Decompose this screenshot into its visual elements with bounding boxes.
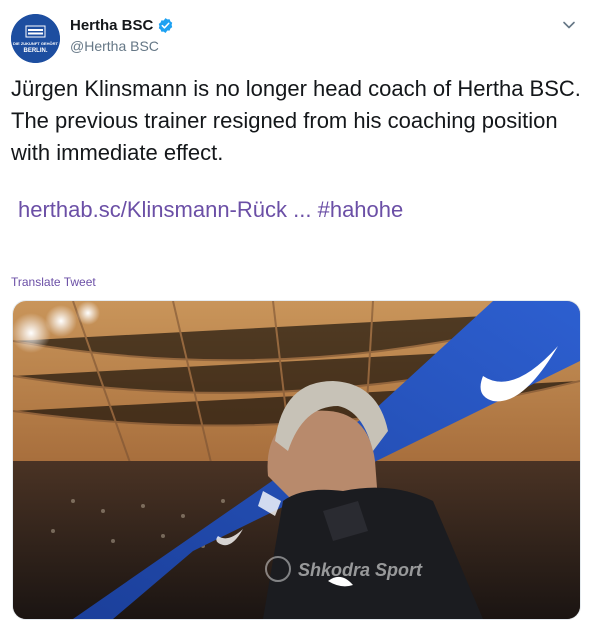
- tweet-photo[interactable]: Shkodra Sport: [12, 300, 581, 620]
- avatar-text-line2: BERLIN.: [24, 48, 48, 54]
- tweet-card: DIE ZUKUNFT GEHÖRT BERLIN. Hertha BSC @H…: [0, 0, 592, 634]
- avatar-text-line1: DIE ZUKUNFT GEHÖRT: [13, 41, 58, 46]
- tweet-text: Jürgen Klinsmann is no longer head coach…: [11, 76, 581, 165]
- avatar[interactable]: DIE ZUKUNFT GEHÖRT BERLIN.: [11, 14, 60, 63]
- photo-klinsmann: Shkodra Sport: [13, 301, 580, 619]
- translate-tweet-link[interactable]: Translate Tweet: [11, 275, 96, 289]
- account-handle[interactable]: @Hertha BSC: [70, 38, 159, 54]
- verified-badge-icon: [159, 18, 173, 33]
- tweet-link[interactable]: herthab.sc/Klinsmann-Rück ...: [18, 197, 311, 222]
- chevron-down-icon[interactable]: [562, 18, 576, 32]
- account-name[interactable]: Hertha BSC: [70, 17, 174, 34]
- hertha-logo-icon: DIE ZUKUNFT GEHÖRT BERLIN.: [11, 14, 60, 63]
- account-name-label: Hertha BSC: [70, 17, 154, 34]
- photo-watermark: Shkodra Sport: [298, 560, 423, 580]
- tweet-links: herthab.sc/Klinsmann-Rück ... #hahohe: [18, 194, 403, 226]
- hashtag-link[interactable]: #hahohe: [318, 197, 404, 222]
